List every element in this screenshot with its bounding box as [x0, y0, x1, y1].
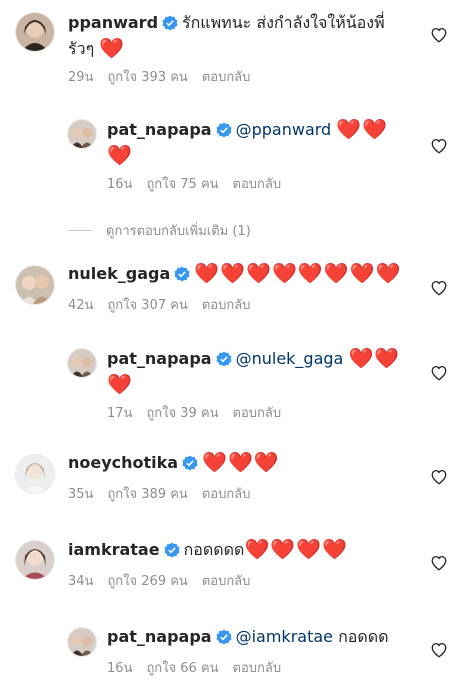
heart-outline-icon[interactable] [430, 641, 448, 659]
heart-emoji: ❤️ [107, 372, 133, 396]
likes-count[interactable]: ถูกใจ 75 คน [146, 173, 218, 194]
comment-time: 35น [68, 487, 94, 502]
view-more-replies-label: ดูการตอบกลับเพิ่มเติม (1) [106, 224, 251, 239]
likes-count[interactable]: ถูกใจ 389 คน [107, 483, 187, 504]
comment-text: รักแพทนะ ส่งกำลังใจให้น้องพี่ [182, 13, 385, 32]
verified-badge-icon [164, 542, 180, 564]
likes-count[interactable]: ถูกใจ 307 คน [107, 294, 187, 315]
verified-badge-icon [174, 266, 190, 288]
comment-username[interactable]: noeychotika [68, 453, 178, 472]
heart-emoji: ❤️❤️ [348, 346, 401, 370]
comment-username[interactable]: nulek_gaga [68, 264, 170, 283]
heart-emoji: ❤️ [107, 143, 133, 167]
comment-feed: ppanward รักแพทนะ ส่งกำลังใจให้น้องพี่ รั… [0, 0, 474, 696]
reply-button[interactable]: ตอบกลับ [202, 66, 251, 87]
reply-button[interactable]: ตอบกลับ [202, 570, 251, 591]
heart-emoji: ❤️❤️❤️ [202, 450, 280, 474]
heart-emoji: ❤️ [99, 36, 126, 60]
comment-time: 29น [68, 70, 94, 85]
reply-button[interactable]: ตอบกลับ [233, 173, 282, 194]
verified-badge-icon [162, 15, 178, 37]
reply-button[interactable]: ตอบกลับ [202, 483, 251, 504]
comment-username[interactable]: pat_napapa [107, 627, 212, 646]
view-more-replies[interactable]: ดูการตอบกลับเพิ่มเติม (1) [68, 220, 251, 241]
reply-button[interactable]: ตอบกลับ [233, 657, 282, 678]
verified-badge-icon [216, 122, 232, 144]
heart-outline-icon[interactable] [430, 468, 448, 486]
avatar-ppanward[interactable] [16, 13, 54, 51]
avatar-noeychotika[interactable] [16, 455, 54, 493]
heart-outline-icon[interactable] [430, 137, 448, 155]
comment-text: กอดดด [338, 627, 389, 646]
comment-time: 34น [68, 574, 94, 589]
heart-emoji: ❤️❤️❤️❤️ [244, 537, 349, 561]
reply-button[interactable]: ตอบกลับ [202, 294, 251, 315]
comment-time: 16น [107, 661, 133, 676]
comment-username[interactable]: iamkratae [68, 540, 160, 559]
likes-count[interactable]: ถูกใจ 269 คน [107, 570, 187, 591]
comment-username[interactable]: ppanward [68, 13, 158, 32]
comment-time: 42น [68, 298, 94, 313]
avatar-nulek-gaga[interactable] [16, 266, 54, 304]
likes-count[interactable]: ถูกใจ 66 คน [146, 657, 218, 678]
heart-emoji: ❤️❤️❤️❤️❤️❤️❤️❤️ [194, 261, 402, 285]
avatar-pat-napapa[interactable] [68, 120, 96, 148]
divider [68, 230, 92, 231]
avatar-pat-napapa[interactable] [68, 628, 96, 656]
mention-link[interactable]: @nulek_gaga [236, 349, 344, 368]
reply-button[interactable]: ตอบกลับ [233, 402, 282, 423]
heart-outline-icon[interactable] [430, 364, 448, 382]
verified-badge-icon [182, 455, 198, 477]
verified-badge-icon [216, 351, 232, 373]
comment-time: 16น [107, 177, 133, 192]
heart-emoji: ❤️❤️ [336, 117, 389, 141]
heart-outline-icon[interactable] [430, 26, 448, 44]
comment-time: 17น [107, 406, 133, 421]
likes-count[interactable]: ถูกใจ 39 คน [146, 402, 218, 423]
comment-username[interactable]: pat_napapa [107, 120, 212, 139]
verified-badge-icon [216, 629, 232, 651]
mention-link[interactable]: @ppanward [236, 120, 332, 139]
comment-username[interactable]: pat_napapa [107, 349, 212, 368]
avatar-pat-napapa[interactable] [68, 349, 96, 377]
avatar-iamkratae[interactable] [16, 541, 54, 579]
comment-text: รัวๆ [68, 39, 95, 58]
heart-outline-icon[interactable] [430, 279, 448, 297]
likes-count[interactable]: ถูกใจ 393 คน [107, 66, 187, 87]
heart-outline-icon[interactable] [430, 554, 448, 572]
comment-text: กอดดดด [183, 540, 245, 559]
mention-link[interactable]: @iamkratae [236, 627, 333, 646]
